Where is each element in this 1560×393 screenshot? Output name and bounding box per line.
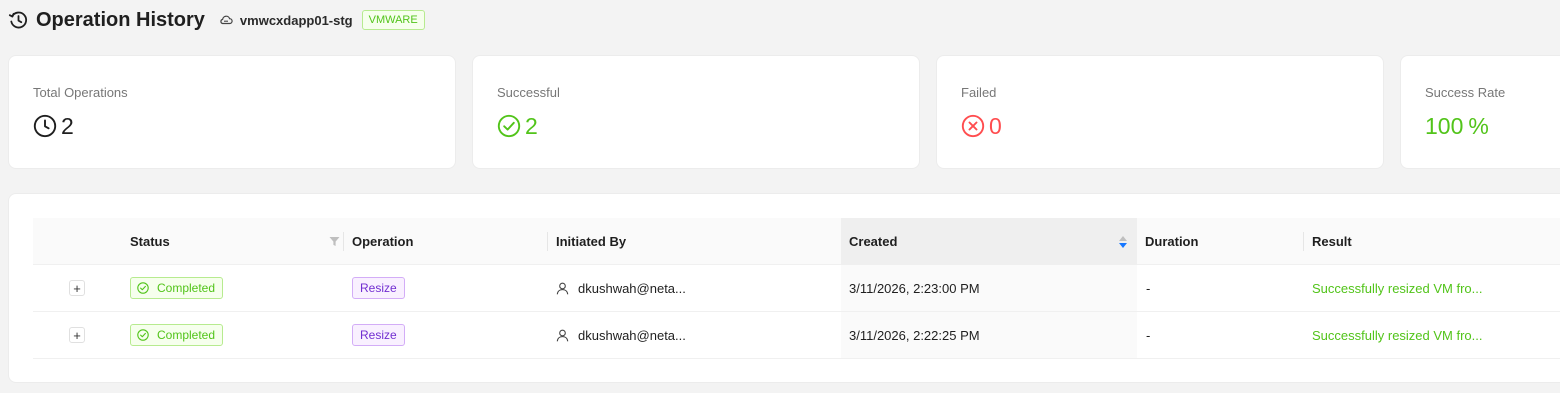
- initiated-by-cell: dkushwah@neta...: [556, 265, 686, 311]
- column-divider: [1303, 232, 1304, 251]
- check-circle-icon: [137, 329, 149, 341]
- status-text: Completed: [157, 281, 216, 295]
- stat-card-successful: Successful 2: [472, 55, 920, 169]
- table-row[interactable]: + Completed Resize dkushwah@neta... 3/11…: [33, 312, 1560, 359]
- table-row[interactable]: + Completed Resize dkushwah@neta... 3/11…: [33, 265, 1560, 312]
- stat-card-failed: Failed 0: [936, 55, 1384, 169]
- user-icon: [556, 329, 569, 342]
- filter-icon[interactable]: [329, 236, 340, 247]
- created-cell: 3/11/2026, 2:22:25 PM: [841, 312, 1137, 358]
- cloud-icon: [219, 13, 233, 27]
- result-cell: Successfully resized VM fro...: [1312, 265, 1483, 311]
- column-header-label: Result: [1312, 234, 1352, 249]
- result-text: Successfully resized VM fro...: [1312, 327, 1483, 343]
- page-title: Operation History: [36, 8, 205, 31]
- column-header-label: Created: [849, 234, 898, 249]
- status-badge: Completed: [130, 324, 224, 346]
- check-circle-icon: [137, 282, 149, 294]
- sort-icon[interactable]: [1118, 235, 1128, 249]
- stat-label: Total Operations: [33, 85, 128, 100]
- result-text: Successfully resized VM fro...: [1312, 280, 1483, 296]
- table-header: Status Operation Initiated By Created Du…: [33, 218, 1560, 265]
- close-circle-icon: [961, 114, 985, 138]
- stat-label: Success Rate: [1425, 85, 1506, 100]
- stat-label: Failed: [961, 85, 997, 100]
- result-cell: Successfully resized VM fro...: [1312, 312, 1483, 358]
- column-header-label: Duration: [1145, 234, 1199, 249]
- stat-card-total: Total Operations 2: [8, 55, 456, 169]
- history-icon: [8, 10, 28, 30]
- expand-cell: +: [69, 312, 85, 358]
- column-divider: [343, 232, 344, 251]
- status-badge: Completed: [130, 277, 224, 299]
- operations-table: Status Operation Initiated By Created Du…: [33, 218, 1560, 359]
- column-header-created[interactable]: Created: [841, 218, 1137, 265]
- column-header-duration[interactable]: Duration: [1145, 218, 1295, 265]
- column-header-label: Initiated By: [556, 234, 627, 249]
- stat-card-success-rate: Success Rate 100 %: [1400, 55, 1560, 169]
- clock-icon: [33, 114, 57, 138]
- created-cell: 3/11/2026, 2:23:00 PM: [841, 265, 1137, 311]
- stat-value: 2: [525, 112, 538, 139]
- expand-cell: +: [69, 265, 85, 311]
- operation-cell: Resize: [352, 265, 405, 311]
- created-timestamp: 3/11/2026, 2:22:25 PM: [849, 327, 980, 343]
- duration-cell: -: [1146, 265, 1150, 311]
- initiator-email: dkushwah@neta...: [578, 327, 686, 343]
- expand-row-button[interactable]: +: [69, 327, 85, 343]
- stat-value: 0: [989, 112, 1002, 139]
- operation-tag: Resize: [352, 277, 405, 299]
- status-cell: Completed: [130, 312, 224, 358]
- operation-cell: Resize: [352, 312, 405, 358]
- column-header-operation[interactable]: Operation: [352, 218, 532, 265]
- stat-label: Successful: [497, 85, 560, 100]
- status-cell: Completed: [130, 265, 224, 311]
- expand-row-button[interactable]: +: [69, 280, 85, 296]
- column-header-label: Operation: [352, 234, 414, 249]
- operation-tag: Resize: [352, 324, 405, 346]
- vm-host-name: vmwcxdapp01-stg: [239, 12, 353, 28]
- column-header-result[interactable]: Result: [1312, 218, 1552, 265]
- duration-value: -: [1146, 280, 1151, 296]
- status-text: Completed: [157, 328, 216, 342]
- stat-unit: %: [1468, 112, 1489, 139]
- column-header-initiated-by[interactable]: Initiated By: [556, 218, 806, 265]
- column-header-label: Status: [130, 234, 170, 249]
- check-circle-icon: [497, 114, 521, 138]
- stat-value: 2: [61, 112, 74, 139]
- page-header: Operation History vmwcxdapp01-stg VMWARE: [8, 6, 425, 34]
- operations-table-card: Status Operation Initiated By Created Du…: [8, 193, 1560, 383]
- duration-value: -: [1146, 327, 1151, 343]
- initiated-by-cell: dkushwah@neta...: [556, 312, 686, 358]
- duration-cell: -: [1146, 312, 1150, 358]
- user-icon: [556, 282, 569, 295]
- column-header-status[interactable]: Status: [130, 218, 340, 265]
- initiator-email: dkushwah@neta...: [578, 280, 686, 296]
- stat-value: 100: [1425, 112, 1464, 139]
- platform-tag: VMWARE: [361, 10, 425, 30]
- created-timestamp: 3/11/2026, 2:23:00 PM: [849, 280, 980, 296]
- column-divider: [547, 232, 548, 251]
